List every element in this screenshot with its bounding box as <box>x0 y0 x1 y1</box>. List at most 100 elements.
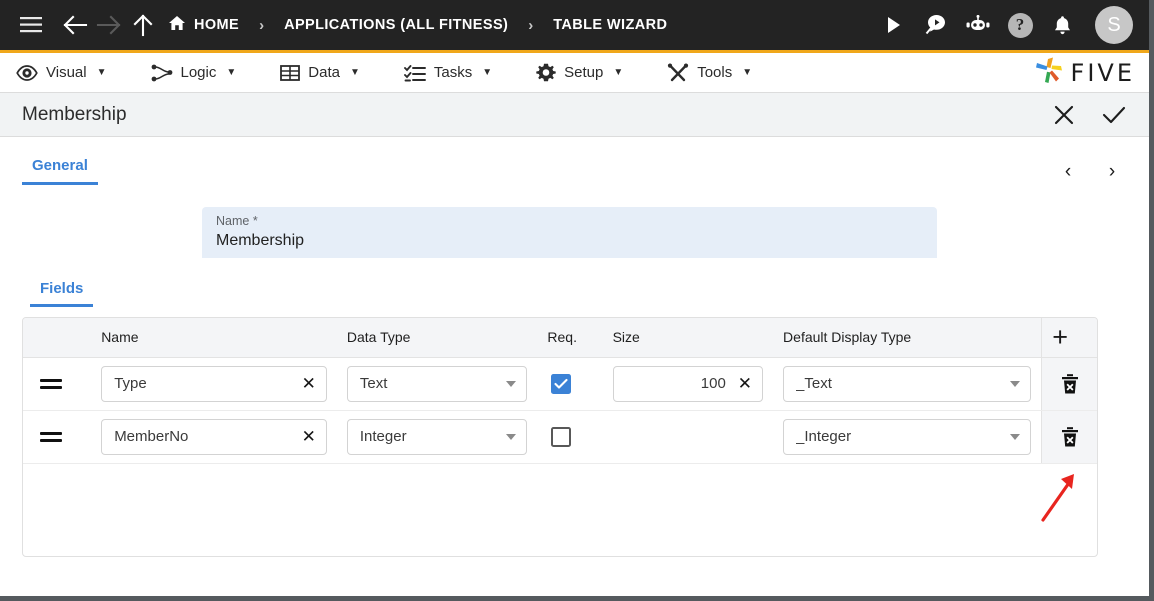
default-display-type-value: _Text <box>796 375 832 392</box>
search-icon[interactable] <box>919 8 953 42</box>
hamburger-icon[interactable] <box>14 8 48 42</box>
form-actions <box>1053 104 1127 126</box>
forward-arrow-icon[interactable] <box>92 8 126 42</box>
name-field-label: Name * <box>216 214 258 228</box>
menu-label-visual: Visual <box>46 64 87 81</box>
field-name-value: MemberNo <box>114 428 189 445</box>
table-icon <box>280 64 301 82</box>
chevron-down-icon <box>1010 433 1021 440</box>
chevron-down-icon: ▼ <box>742 67 753 78</box>
row-name-cell: Type ✕ <box>91 357 337 411</box>
chatbot-icon[interactable] <box>961 8 995 42</box>
menu-item-logic[interactable]: Logic ▼ <box>151 63 255 83</box>
previous-record-button[interactable]: ‹ <box>1053 157 1083 187</box>
menu-label-logic: Logic <box>180 64 217 81</box>
top-navigation-bar: HOME › APPLICATIONS (ALL FITNESS) › TABL… <box>0 0 1149 50</box>
breadcrumb: HOME › APPLICATIONS (ALL FITNESS) › TABL… <box>168 15 667 35</box>
back-arrow-icon[interactable] <box>58 8 92 42</box>
row-data-type-cell: Text <box>336 357 538 411</box>
menu-label-tasks: Tasks <box>433 64 473 81</box>
menu-label-setup: Setup <box>564 64 604 81</box>
menu-item-setup[interactable]: Setup ▼ <box>536 63 641 83</box>
field-name-input[interactable]: MemberNo ✕ <box>101 418 327 455</box>
tools-icon <box>667 63 689 83</box>
row-default-display-type-cell: _Integer <box>773 410 1042 464</box>
delete-row-icon[interactable] <box>1052 373 1087 395</box>
drag-handle[interactable] <box>33 378 69 389</box>
column-header-handle <box>23 318 92 358</box>
name-field[interactable]: Name * Membership <box>202 207 937 258</box>
clear-icon[interactable]: ✕ <box>296 375 316 392</box>
tab-general[interactable]: General <box>22 153 98 185</box>
clear-icon[interactable]: ✕ <box>296 428 316 445</box>
row-actions-cell <box>1041 410 1097 464</box>
table-row: MemberNo ✕ Integer _Integer <box>23 410 1097 464</box>
breadcrumb-item-home[interactable]: HOME <box>168 15 239 35</box>
plus-icon: + <box>1052 321 1069 352</box>
breadcrumb-separator: › <box>528 16 534 34</box>
logic-nodes-icon <box>151 63 173 83</box>
data-type-select[interactable]: Integer <box>346 418 528 455</box>
row-default-display-type-cell: _Text <box>773 357 1042 411</box>
menu-item-visual[interactable]: Visual ▼ <box>16 64 125 82</box>
five-logo: FIVE <box>1034 56 1135 89</box>
menu-item-tools[interactable]: Tools ▼ <box>667 63 770 83</box>
required-checkbox[interactable] <box>551 373 572 394</box>
breadcrumb-item-table-wizard[interactable]: TABLE WIZARD <box>553 17 667 33</box>
chevron-down-icon <box>506 433 517 440</box>
chevron-down-icon <box>506 380 517 387</box>
up-arrow-icon[interactable] <box>126 8 160 42</box>
default-display-type-select[interactable]: _Integer <box>783 418 1032 455</box>
avatar[interactable]: S <box>1095 6 1133 44</box>
name-field-value: Membership <box>216 232 305 249</box>
field-size-input[interactable]: 100 ✕ <box>612 365 764 402</box>
form-tabs: General ‹ › <box>22 137 1127 187</box>
chevron-down-icon: ▼ <box>226 67 237 78</box>
delete-row-icon[interactable] <box>1052 426 1087 448</box>
confirm-check-icon[interactable] <box>1101 104 1127 126</box>
run-icon[interactable] <box>877 8 911 42</box>
notifications-bell-icon[interactable] <box>1045 8 1079 42</box>
column-header-required: Req. <box>537 318 603 358</box>
chevron-down-icon: ▼ <box>613 67 624 78</box>
help-question-mark: ? <box>1007 12 1033 38</box>
default-display-type-value: _Integer <box>796 428 852 445</box>
add-row-button[interactable]: + <box>1041 318 1097 358</box>
chevron-down-icon: ▼ <box>482 67 493 78</box>
row-required-cell <box>537 357 603 411</box>
data-type-select[interactable]: Text <box>346 365 528 402</box>
fields-table: Name Data Type Req. Size Default Display… <box>22 317 1098 557</box>
drag-handle[interactable] <box>33 431 69 442</box>
menu-item-tasks[interactable]: Tasks ▼ <box>403 64 510 82</box>
default-display-type-select[interactable]: _Text <box>783 365 1032 402</box>
menu-label-tools: Tools <box>697 64 733 81</box>
next-record-button[interactable]: › <box>1097 157 1127 187</box>
row-size-cell: 100 ✕ <box>602 357 774 411</box>
home-icon <box>168 15 186 35</box>
clear-icon[interactable]: ✕ <box>732 375 752 392</box>
field-name-input[interactable]: Type ✕ <box>101 365 327 402</box>
breadcrumb-label-home: HOME <box>194 17 240 33</box>
chevron-down-icon: ▼ <box>349 67 360 78</box>
topbar-actions: ? S <box>877 6 1133 44</box>
eye-icon <box>16 64 38 82</box>
row-size-cell <box>602 410 774 464</box>
help-icon[interactable]: ? <box>1003 8 1037 42</box>
application-menu-bar: Visual ▼ Logic ▼ Data ▼ Tasks ▼ Setup ▼ … <box>0 50 1149 93</box>
table-row: Type ✕ Text 100 ✕ _Text <box>23 357 1097 411</box>
menu-item-data[interactable]: Data ▼ <box>280 64 378 82</box>
close-icon[interactable] <box>1053 104 1075 126</box>
five-pinwheel-logo-icon <box>1034 56 1064 89</box>
breadcrumb-item-applications[interactable]: APPLICATIONS (ALL FITNESS) <box>284 17 508 33</box>
fields-section-label[interactable]: Fields <box>30 280 94 307</box>
row-name-cell: MemberNo ✕ <box>91 410 337 464</box>
gear-icon <box>536 63 556 83</box>
form-body: General ‹ › Name * Membership Fields Nam… <box>0 137 1149 596</box>
menu-label-data: Data <box>308 64 340 81</box>
row-drag-handle-cell <box>23 357 92 411</box>
form-title-bar: Membership <box>0 93 1149 137</box>
required-checkbox[interactable] <box>551 426 572 447</box>
row-data-type-cell: Integer <box>336 410 538 464</box>
checklist-icon <box>403 64 426 82</box>
column-header-size: Size <box>602 318 774 358</box>
